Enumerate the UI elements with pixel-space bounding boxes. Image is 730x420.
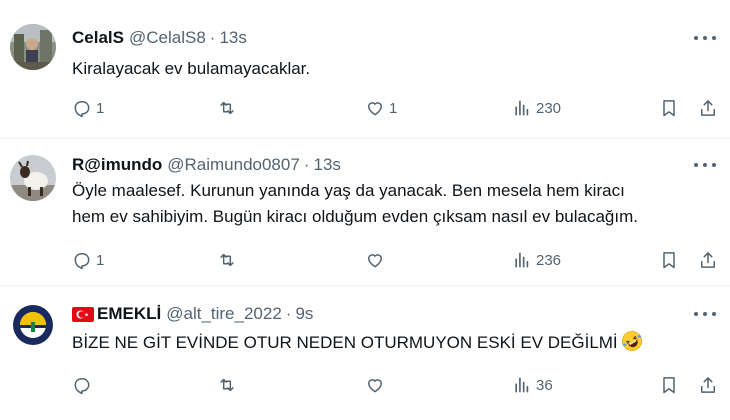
- retweet-button[interactable]: [217, 249, 241, 271]
- reply-icon: [74, 253, 90, 270]
- bookmark-icon: [663, 377, 675, 394]
- reply-button[interactable]: [72, 374, 96, 396]
- avatar[interactable]: [10, 155, 56, 201]
- reply-button[interactable]: 1: [72, 97, 104, 119]
- separator: ·: [285, 304, 292, 323]
- tweet-text-content: BİZE NE GİT EVİNDE OTUR NEDEN OTURMUYON …: [72, 333, 618, 352]
- avatar[interactable]: [10, 302, 56, 348]
- tweet-text-line: Kiralayacak ev bulamayacaklar.: [72, 59, 311, 78]
- retweet-button[interactable]: [217, 97, 241, 119]
- tweet-text: BİZE NE GİT EVİNDE OTUR NEDEN OTURMUYON …: [72, 330, 712, 356]
- reply-icon: [74, 101, 90, 118]
- user-handle[interactable]: @alt_tire_2022: [166, 304, 282, 324]
- display-name[interactable]: R@imundo: [72, 155, 162, 175]
- tweet-celals[interactable]: CelalS @CelalS8 · 13s Kiralayacak ev bul…: [0, 0, 730, 139]
- like-count: 1: [389, 99, 398, 117]
- bookmark-button[interactable]: [659, 97, 679, 119]
- views-icon: [515, 252, 529, 268]
- like-button[interactable]: [365, 249, 389, 271]
- like-button[interactable]: [365, 374, 389, 396]
- tweet-raimundo[interactable]: R@imundo @Raimundo0807 · 13s Öyle maales…: [0, 139, 730, 286]
- share-icon: [701, 252, 715, 268]
- share-icon: [701, 100, 715, 116]
- retweet-icon: [220, 253, 234, 267]
- tweet-text: Kiralayacak ev bulamayacaklar.: [72, 56, 712, 82]
- share-button[interactable]: [698, 374, 718, 396]
- view-count: 236: [536, 251, 562, 269]
- view-count: 36: [536, 376, 553, 394]
- views-button[interactable]: 230: [512, 97, 561, 119]
- more-icon[interactable]: [694, 155, 716, 175]
- tweet-text-line: Öyle maalesef. Kurunun yanında yaş da ya…: [72, 181, 625, 200]
- more-icon[interactable]: [694, 28, 716, 48]
- tweet-header: R@imundo @Raimundo0807 · 13s: [72, 153, 341, 177]
- bookmark-icon: [663, 100, 675, 117]
- action-bar: 1 1 230: [72, 97, 720, 119]
- tweet-header: EMEKLİ @alt_tire_2022 · 9s: [72, 302, 313, 326]
- fenerbahce-logo-avatar: [10, 302, 56, 348]
- bookmark-icon: [663, 252, 675, 269]
- turkey-flag-icon: [72, 306, 94, 322]
- display-name[interactable]: EMEKLİ: [97, 304, 161, 324]
- more-icon[interactable]: [694, 304, 716, 324]
- photo-avatar-image: [10, 24, 56, 70]
- tweet-text: Öyle maalesef. Kurunun yanında yaş da ya…: [72, 178, 712, 230]
- action-bar: 1 236: [72, 249, 720, 271]
- views-button[interactable]: 236: [512, 249, 561, 271]
- view-count: 230: [536, 99, 562, 117]
- like-button[interactable]: 1: [365, 97, 397, 119]
- retweet-icon: [220, 101, 234, 115]
- bookmark-button[interactable]: [659, 249, 679, 271]
- user-handle[interactable]: @Raimundo0807: [167, 155, 300, 175]
- reply-button[interactable]: 1: [72, 249, 104, 271]
- action-bar: 36: [72, 374, 720, 396]
- like-icon: [368, 254, 382, 268]
- user-handle[interactable]: @CelalS8: [129, 28, 206, 48]
- retweet-icon: [220, 378, 234, 392]
- separator: ·: [303, 155, 310, 174]
- share-icon: [701, 377, 715, 393]
- like-icon: [368, 379, 382, 393]
- retweet-button[interactable]: [217, 374, 241, 396]
- views-icon: [515, 377, 529, 393]
- tweet-text-line: hem ev sahibiyim. Bugün kiracı olduğum e…: [72, 207, 638, 226]
- like-icon: [368, 102, 382, 116]
- reply-count: 1: [96, 99, 105, 117]
- display-name[interactable]: CelalS: [72, 28, 124, 48]
- rolling-laughing-emoji: [621, 331, 642, 351]
- timestamp[interactable]: 9s: [295, 304, 313, 324]
- share-button[interactable]: [698, 97, 718, 119]
- tweet-emekli[interactable]: EMEKLİ @alt_tire_2022 · 9s BİZE NE GİT E…: [0, 286, 730, 420]
- avatar[interactable]: [10, 24, 56, 70]
- tweet-text-line: BİZE NE GİT EVİNDE OTUR NEDEN OTURMUYON …: [72, 330, 712, 356]
- reply-icon: [74, 378, 90, 395]
- tweet-header: CelalS @CelalS8 · 13s: [72, 26, 247, 50]
- reply-count: 1: [96, 251, 105, 269]
- views-button[interactable]: 36: [512, 374, 553, 396]
- timestamp[interactable]: 13s: [313, 155, 340, 175]
- separator: ·: [209, 28, 216, 47]
- tweet-feed: CelalS @CelalS8 · 13s Kiralayacak ev bul…: [0, 0, 730, 420]
- goat-avatar-image: [10, 155, 56, 201]
- bookmark-button[interactable]: [659, 374, 679, 396]
- share-button[interactable]: [698, 249, 718, 271]
- views-icon: [515, 100, 529, 116]
- timestamp[interactable]: 13s: [219, 28, 246, 48]
